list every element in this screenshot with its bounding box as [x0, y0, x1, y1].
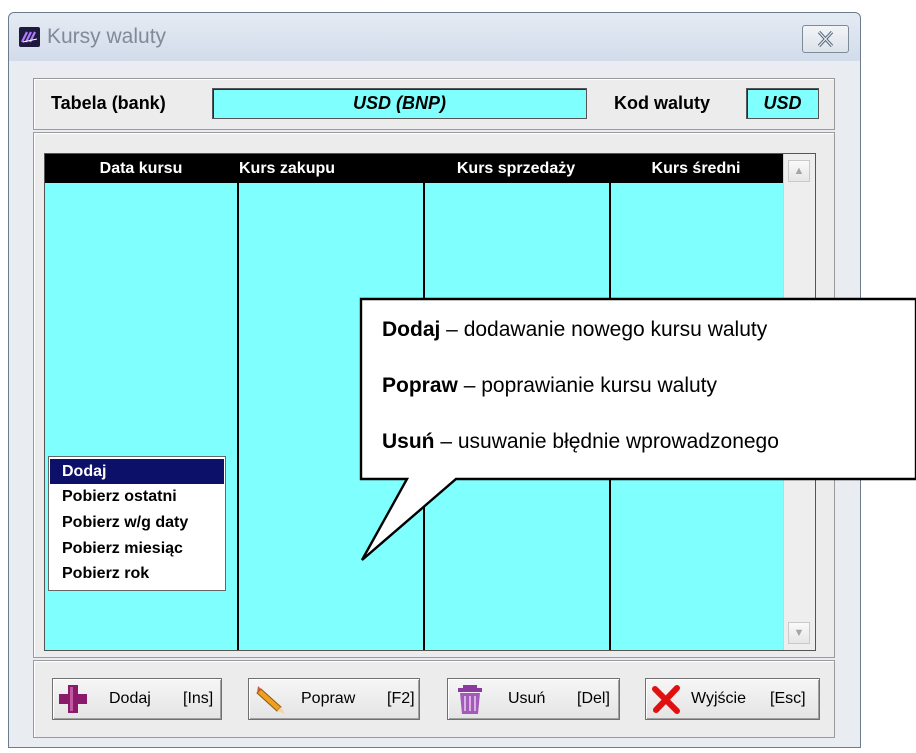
callout-term-dodaj: Dodaj [382, 318, 441, 341]
edit-button-label: Popraw [301, 690, 356, 707]
exit-button-label: Wyjście [691, 690, 746, 707]
add-button[interactable]: Dodaj [Ins] [52, 678, 222, 720]
delete-button-shortcut: [Del] [577, 690, 610, 707]
callout-line-usun: Usuń – usuwanie błędnie wprowadzonego [382, 430, 779, 454]
add-button-label: Dodaj [109, 690, 151, 707]
red-x-icon [652, 685, 680, 714]
delete-button[interactable]: Usuń [Del] [447, 678, 620, 720]
exit-button-shortcut: [Esc] [770, 690, 806, 707]
edit-button[interactable]: Popraw [F2] [248, 678, 420, 720]
edit-button-shortcut: [F2] [387, 690, 415, 707]
callout-term-popraw: Popraw [382, 374, 458, 397]
trash-icon [458, 685, 482, 714]
callout-term-usun: Usuń [382, 430, 435, 453]
plus-icon [59, 685, 87, 713]
delete-button-label: Usuń [508, 690, 546, 707]
callout-desc-usun: – usuwanie błędnie wprowadzonego [434, 430, 779, 453]
add-button-shortcut: [Ins] [183, 690, 214, 707]
callout-desc-dodaj: – dodawanie nowego kursu waluty [440, 318, 768, 341]
pencil-icon [256, 686, 285, 714]
callout-line-dodaj: Dodaj – dodawanie nowego kursu waluty [382, 318, 767, 342]
exit-button[interactable]: Wyjście [Esc] [645, 678, 820, 720]
callout-desc-popraw: – poprawianie kursu waluty [457, 374, 717, 397]
callout-line-popraw: Popraw – poprawianie kursu waluty [382, 374, 717, 398]
